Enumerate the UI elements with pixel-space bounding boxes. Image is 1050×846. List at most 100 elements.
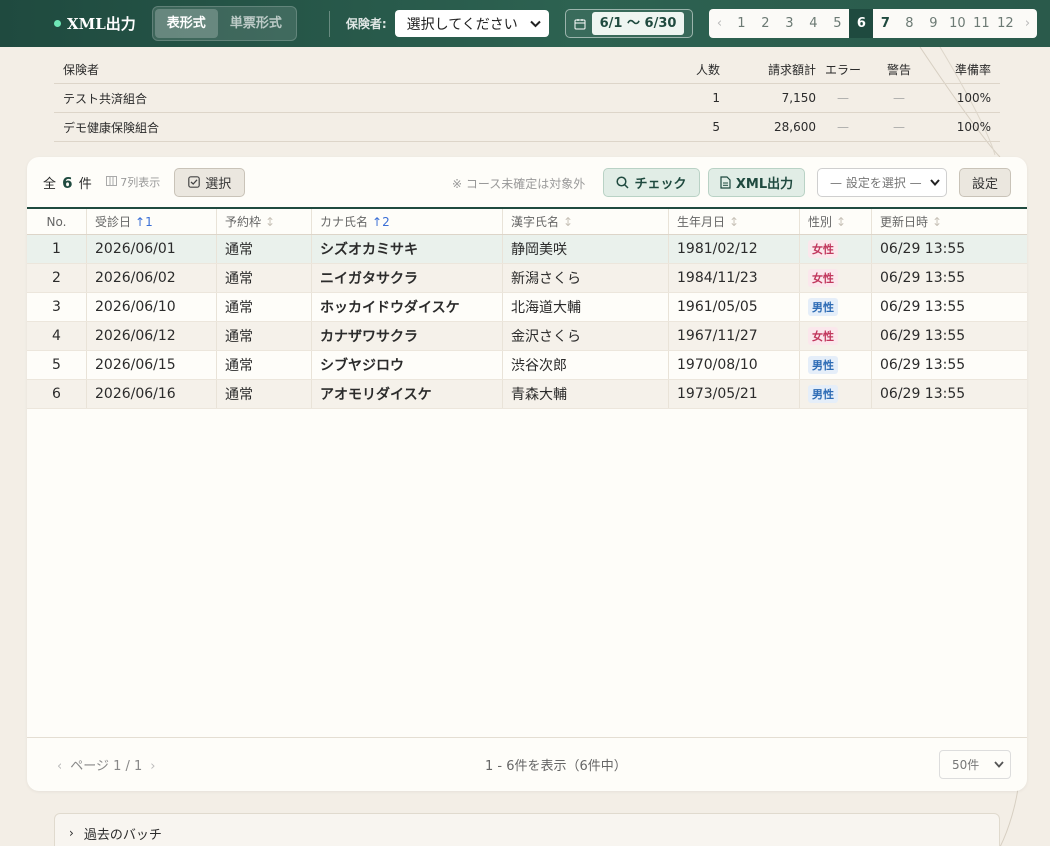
status-dot-icon [54,20,61,27]
birthdate-cell: 1984/11/23 [669,264,800,292]
total-count: 全 6 件 [43,173,92,192]
kana-name-cell: ニイガタサクラ [312,264,503,292]
column-header-kana[interactable]: カナ氏名 ↑2 [312,209,503,234]
search-icon [616,176,630,189]
column-header-label: 生年月日 [677,215,726,229]
table-row[interactable]: 3 2026/06/10 通常 ホッカイドウダイスケ 北海道大輔 1961/05… [27,293,1027,322]
gender-cell: 男性 [800,351,872,379]
row-number: 2 [27,264,87,292]
config-button[interactable]: 設定 [959,168,1011,197]
month-button[interactable]: 7 [873,9,897,38]
date-range-text: 6/1 〜 6/30 [591,12,685,35]
gender-badge: 男性 [808,385,838,403]
month-button[interactable]: 10 [945,9,969,38]
kana-name-cell: シズオカミサキ [312,235,503,263]
month-button[interactable]: 8 [897,9,921,38]
summary-cell: 7,150 [781,91,816,105]
month-button[interactable]: 5 [825,9,849,38]
sort-icon: ↕ [836,214,847,229]
sort-icon: ↕ [265,214,276,229]
updated-cell: 06/29 13:55 [880,270,966,286]
insurer-select-value: 選択してください [406,16,518,33]
month-button[interactable]: 3 [777,9,801,38]
kana-name-cell: カナザワサクラ [312,322,503,350]
sort-icon: ↕ [729,214,740,229]
columns-icon [105,176,117,186]
month-button[interactable]: 12 [993,9,1017,38]
summary-cell: 100% [956,91,991,105]
gender-badge: 女性 [808,269,838,287]
updated-cell: 06/29 13:55 [880,241,966,257]
tab-form-view[interactable]: 単票形式 [218,9,294,38]
column-header-slot[interactable]: 予約枠 ↕ [217,209,312,234]
page-next-button[interactable]: › [150,759,155,774]
view-toggle: 表形式 単票形式 [151,6,297,41]
slot-cell: 通常 [217,351,312,379]
column-header-exam-date[interactable]: 受診日 ↑1 [87,209,217,234]
month-prev-button[interactable]: ‹ [709,9,729,38]
row-number: 3 [27,293,87,321]
tab-table-view[interactable]: 表形式 [154,9,218,38]
column-header-label: 更新日時 [880,215,929,229]
summary-cell: — [893,91,905,105]
row-number: 1 [27,235,87,263]
records-card: 全 6 件 7列表示 選択 ※ コース未確定は対象外 チェック XML出力 — … [27,157,1027,791]
check-button[interactable]: チェック [603,168,700,197]
column-header-birthdate[interactable]: 生年月日 ↕ [669,209,800,234]
summary-cell: — [837,120,849,134]
xml-export-label: XML出力 [735,177,794,192]
kanji-name-cell: 新潟さくら [503,264,669,292]
column-header-updated[interactable]: 更新日時 ↕ [872,209,1027,234]
app-title: XML出力 [67,15,136,33]
page-prev-button[interactable]: ‹ [57,759,62,774]
month-next-button[interactable]: › [1017,9,1037,38]
column-header-kanji[interactable]: 漢字氏名 ↕ [503,209,669,234]
select-mode-button[interactable]: 選択 [174,167,246,197]
row-number: 4 [27,322,87,350]
table-row[interactable]: 4 2026/06/12 通常 カナザワサクラ 金沢さくら 1967/11/27… [27,322,1027,351]
slot-cell: 通常 [217,322,312,350]
date-range-picker[interactable]: 6/1 〜 6/30 [564,9,694,38]
month-button[interactable]: 1 [729,9,753,38]
column-header-no[interactable]: No. [27,209,87,234]
per-page-select[interactable]: 50件 [939,750,1011,779]
month-button[interactable]: 11 [969,9,993,38]
exam-date-cell: 2026/06/16 [87,380,217,408]
month-button[interactable]: 9 [921,9,945,38]
config-select[interactable]: — 設定を選択 — [817,168,947,197]
summary-cell: — [893,120,905,134]
table-row[interactable]: 1 2026/06/01 通常 シズオカミサキ 静岡美咲 1981/02/12 … [27,235,1027,264]
summary-header: 準備率 [954,63,991,77]
past-batches-toggle[interactable]: › 過去のバッチ [54,813,1000,846]
summary-cell: 1 [712,91,720,105]
summary-cell: デモ健康保険組合 [63,120,160,135]
updated-cell: 06/29 13:55 [880,328,966,344]
past-batches-label: 過去のバッチ [83,827,162,843]
column-header-label: 性別 [808,215,833,229]
table-header-row: No. 受診日 ↑1 予約枠 ↕ カナ氏名 ↑2 漢字氏名 ↕ 生年月日 ↕ 性別 ↕ 更新… [27,207,1027,235]
summary-header: 人数 [695,63,720,77]
xml-export-button[interactable]: XML出力 [708,168,805,197]
updated-cell: 06/29 13:55 [880,386,966,402]
summary-header: 請求額計 [767,63,816,77]
per-page-value: 50件 [952,758,980,772]
columns-toggle[interactable]: 7列表示 [105,174,160,190]
month-button[interactable]: 2 [753,9,777,38]
summary-cell: 28,600 [774,120,816,134]
gender-cell: 女性 [800,235,872,263]
total-count-value: 6 [62,173,73,192]
table-row[interactable]: 2 2026/06/02 通常 ニイガタサクラ 新潟さくら 1984/11/23… [27,264,1027,293]
column-header-gender[interactable]: 性別 ↕ [800,209,872,234]
insurer-summary-table: 保険者 人数 請求額計 エラー 警告 準備率 テスト共済組合 1 7,150 —… [54,56,1000,142]
table-row[interactable]: 6 2026/06/16 通常 アオモリダイスケ 青森大輔 1973/05/21… [27,380,1027,409]
exam-date-cell: 2026/06/12 [87,322,217,350]
gender-badge: 男性 [808,356,838,374]
month-button-active[interactable]: 6 [849,9,874,38]
month-button[interactable]: 4 [801,9,825,38]
sort-asc-icon: ↑2 [372,214,390,229]
table-row[interactable]: 5 2026/06/15 通常 シブヤジロウ 渋谷次郎 1970/08/10 男… [27,351,1027,380]
insurer-select[interactable]: 選択してください [394,10,549,37]
chevron-down-icon [930,179,940,186]
exam-date-cell: 2026/06/15 [87,351,217,379]
sort-icon: ↕ [563,214,574,229]
